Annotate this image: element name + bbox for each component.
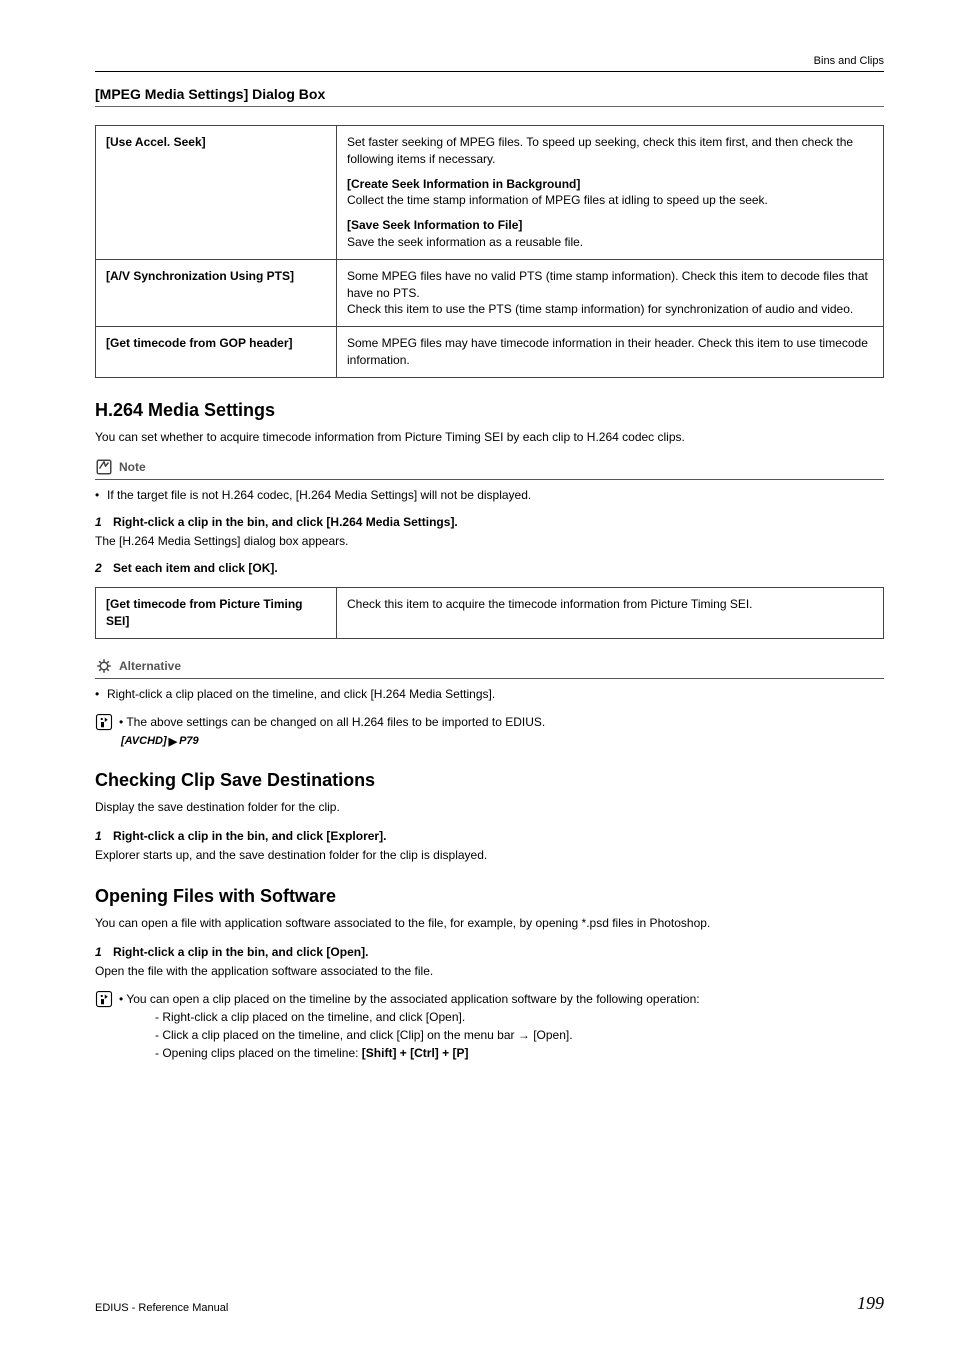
table-row: [Use Accel. Seek] Set faster seeking of …: [96, 126, 884, 260]
key-combo: [Shift] + [Ctrl] + [P]: [362, 1046, 469, 1060]
info-row: • You can open a clip placed on the time…: [95, 990, 884, 1062]
mpeg-dialog-title: [MPEG Media Settings] Dialog Box: [95, 86, 884, 102]
step-result: Open the file with the application softw…: [95, 963, 884, 980]
opt-subbody: Save the seek information as a reusable …: [347, 235, 583, 249]
dash-item: Click a clip placed on the timeline, and…: [155, 1026, 884, 1044]
opt-label: [Use Accel. Seek]: [96, 126, 337, 260]
dash-text: Opening clips placed on the timeline:: [162, 1046, 361, 1060]
step-2: 2 Set each item and click [OK].: [95, 560, 884, 577]
opt-label: [Get timecode from Picture Timing SEI]: [96, 588, 337, 639]
info-row: • The above settings can be changed on a…: [95, 713, 884, 731]
note-icon: [95, 458, 113, 476]
rule: [95, 479, 884, 480]
opt-text: Set faster seeking of MPEG files. To spe…: [347, 135, 853, 166]
rule: [95, 678, 884, 679]
step-result: The [H.264 Media Settings] dialog box ap…: [95, 533, 884, 550]
mpeg-options-table: [Use Accel. Seek] Set faster seeking of …: [95, 125, 884, 378]
page-footer: EDIUS - Reference Manual 199: [95, 1293, 884, 1314]
table-row: [A/V Synchronization Using PTS] Some MPE…: [96, 259, 884, 326]
opt-body: Set faster seeking of MPEG files. To spe…: [337, 126, 884, 260]
cross-reference: [AVCHD]▶ P79: [121, 735, 884, 748]
rule: [95, 106, 884, 107]
note-item: If the target file is not H.264 codec, […: [95, 486, 884, 504]
info-icon: [95, 990, 113, 1008]
step-number: 1: [95, 945, 102, 959]
step-1: 1 Right-click a clip in the bin, and cli…: [95, 514, 884, 531]
savedest-title: Checking Clip Save Destinations: [95, 770, 884, 791]
table-row: [Get timecode from Picture Timing SEI] C…: [96, 588, 884, 639]
step-text: Right-click a clip in the bin, and click…: [113, 829, 386, 843]
table-row: [Get timecode from GOP header] Some MPEG…: [96, 327, 884, 378]
h264-title: H.264 Media Settings: [95, 400, 884, 421]
step-1: 1 Right-click a clip in the bin, and cli…: [95, 828, 884, 845]
note-label: Note: [119, 460, 146, 474]
opt-label: [A/V Synchronization Using PTS]: [96, 259, 337, 326]
opt-subhead: [Create Seek Information in Background]: [347, 176, 873, 193]
opt-label: [Get timecode from GOP header]: [96, 327, 337, 378]
dash-item: Opening clips placed on the timeline: [S…: [155, 1044, 884, 1062]
step-text: Right-click a clip in the bin, and click…: [113, 945, 368, 959]
step-text: Set each item and click [OK].: [113, 561, 278, 575]
alternative-block: Alternative Right-click a clip placed on…: [95, 657, 884, 703]
step-1: 1 Right-click a clip in the bin, and cli…: [95, 944, 884, 961]
h264-option-table: [Get timecode from Picture Timing SEI] C…: [95, 587, 884, 639]
opt-body: Some MPEG files have no valid PTS (time …: [337, 259, 884, 326]
opt-body: Some MPEG files may have timecode inform…: [337, 327, 884, 378]
opt-body: Check this item to acquire the timecode …: [337, 588, 884, 639]
alternative-label: Alternative: [119, 659, 181, 673]
info-text: The above settings can be changed on all…: [126, 715, 545, 729]
h264-lead: You can set whether to acquire timecode …: [95, 429, 884, 446]
step-number: 2: [95, 561, 102, 575]
info-icon: [95, 713, 113, 731]
alternative-item: Right-click a clip placed on the timelin…: [95, 685, 884, 703]
step-result: Explorer starts up, and the save destina…: [95, 847, 884, 864]
step-number: 1: [95, 829, 102, 843]
step-text: Right-click a clip in the bin, and click…: [113, 515, 458, 529]
xref-page: P79: [179, 735, 199, 747]
opening-title: Opening Files with Software: [95, 886, 884, 907]
alternative-icon: [95, 657, 113, 675]
header-rule: [95, 71, 884, 72]
opt-subbody: Collect the time stamp information of MP…: [347, 193, 768, 207]
footer-left: EDIUS - Reference Manual: [95, 1302, 228, 1314]
step-number: 1: [95, 515, 102, 529]
header-category: Bins and Clips: [95, 55, 884, 67]
triangle-icon: ▶: [169, 735, 177, 748]
dash-item: Right-click a clip placed on the timelin…: [155, 1008, 884, 1026]
note-block: Note If the target file is not H.264 cod…: [95, 458, 884, 504]
opening-lead: You can open a file with application sof…: [95, 915, 884, 932]
info-text: You can open a clip placed on the timeli…: [126, 992, 699, 1006]
opt-subhead: [Save Seek Information to File]: [347, 217, 873, 234]
savedest-lead: Display the save destination folder for …: [95, 799, 884, 816]
page-number: 199: [857, 1293, 884, 1314]
xref-label: [AVCHD]: [121, 735, 167, 747]
